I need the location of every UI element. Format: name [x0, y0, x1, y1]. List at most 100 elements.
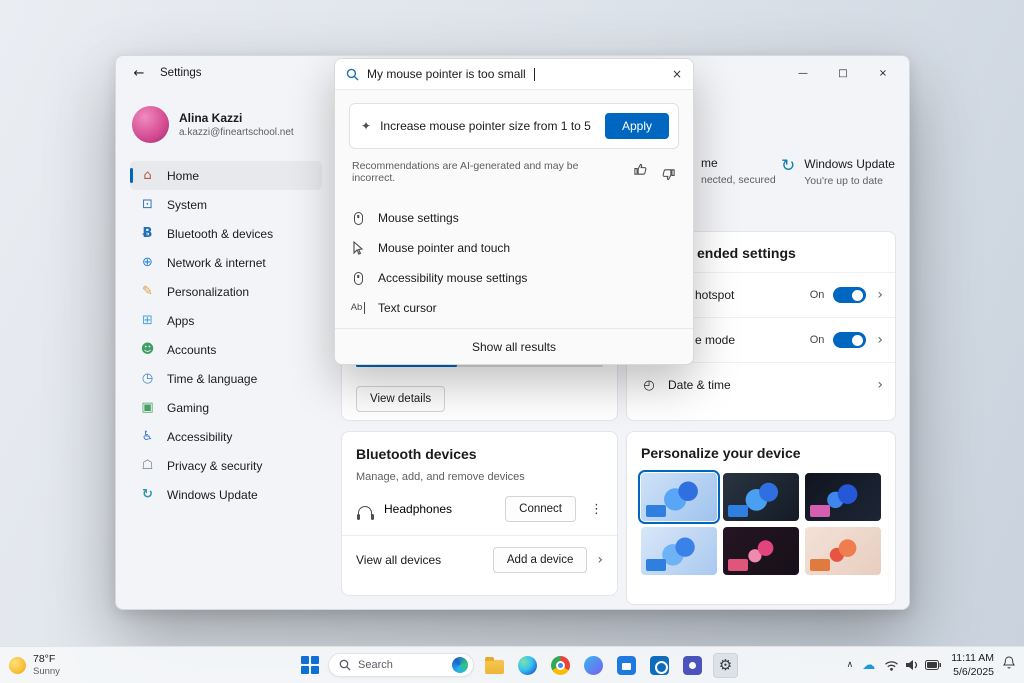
hotspot-toggle[interactable]: [833, 287, 866, 303]
settings-window: ← Settings — □ × Alina Kazzi a.kazzi@fin…: [115, 55, 910, 610]
taskbar-search-box[interactable]: Search: [328, 653, 474, 677]
bluetooth-card-footer: View all devices Add a device ›: [356, 547, 603, 573]
more-options-icon[interactable]: ⋮: [590, 502, 603, 517]
edge-button[interactable]: [515, 653, 540, 678]
sidebar-item-label: Home: [167, 169, 199, 183]
tray-time: 11:11 AM: [951, 651, 994, 665]
bluetooth-devices-card: Bluetooth devices Manage, add, and remov…: [341, 431, 618, 596]
personalization-icon: ✎: [140, 285, 155, 298]
copilot-button[interactable]: [581, 653, 606, 678]
sidebar-item-personalization[interactable]: ✎ Personalization: [130, 277, 322, 306]
sun-icon: [9, 657, 26, 674]
windows-update-nav-icon: ↻: [140, 488, 155, 501]
tray-date: 5/6/2025: [951, 665, 994, 679]
connect-button[interactable]: Connect: [505, 496, 576, 522]
add-device-button[interactable]: Add a device: [493, 547, 588, 573]
account-profile[interactable]: Alina Kazzi a.kazzi@fineartschool.net: [132, 106, 322, 143]
ai-recommendation-zone: ✦ Increase mouse pointer size from 1 to …: [335, 90, 693, 198]
weather-widget[interactable]: 78°F Sunny: [9, 647, 60, 683]
settings-search-input[interactable]: My mouse pointer is too small ×: [335, 59, 693, 90]
wifi-icon: [884, 660, 899, 671]
airplane-mode-state: On: [810, 334, 825, 346]
search-result-label: Mouse settings: [378, 211, 459, 225]
thumbs-down-button[interactable]: [661, 162, 676, 182]
headphones-icon: [358, 506, 372, 516]
teams-icon: [683, 656, 702, 675]
sidebar-item-home[interactable]: ⌂ Home: [130, 161, 322, 190]
file-explorer-button[interactable]: [482, 653, 507, 678]
sidebar-item-network-internet[interactable]: ⊕ Network & internet: [130, 248, 322, 277]
sidebar-item-system[interactable]: ⊡ System: [130, 190, 322, 219]
settings-app-button[interactable]: ⚙: [713, 653, 738, 678]
sidebar-item-bluetooth-devices[interactable]: Ƀ Bluetooth & devices: [130, 219, 322, 248]
apply-button[interactable]: Apply: [605, 113, 669, 139]
quick-settings[interactable]: [884, 659, 942, 671]
sidebar-item-privacy-security[interactable]: ☖ Privacy & security: [130, 451, 322, 480]
search-result-label: Accessibility mouse settings: [378, 271, 527, 285]
weather-temp: 78°F: [33, 653, 60, 665]
avatar: [132, 106, 169, 143]
sidebar-item-windows-update[interactable]: ↻ Windows Update: [130, 480, 322, 509]
taskbar-search-label: Search: [358, 659, 445, 671]
gaming-icon: ▣: [140, 401, 155, 414]
sidebar-item-accessibility[interactable]: ♿ Accessibility: [130, 422, 322, 451]
view-details-button[interactable]: View details: [356, 386, 445, 412]
onedrive-button[interactable]: ☁: [862, 656, 875, 674]
thumbs-up-button[interactable]: [633, 162, 648, 182]
clock[interactable]: 11:11 AM 5/6/2025: [951, 651, 994, 679]
sidebar-item-label: Gaming: [167, 401, 209, 415]
edge-icon: [518, 656, 537, 675]
tray-overflow-button[interactable]: ∧: [847, 660, 854, 670]
text-caret: [534, 68, 535, 81]
store-button[interactable]: [614, 653, 639, 678]
search-highlights-icon: [452, 657, 468, 673]
sidebar-item-gaming[interactable]: ▣ Gaming: [130, 393, 322, 422]
wallpaper-thumb-selected[interactable]: [641, 473, 717, 521]
sidebar-item-time-language[interactable]: ◷ Time & language: [130, 364, 322, 393]
wallpaper-thumb[interactable]: [641, 527, 717, 575]
sidebar-item-accounts[interactable]: ☻ Accounts: [130, 335, 322, 364]
wallpaper-thumb[interactable]: [723, 527, 799, 575]
wallpaper-thumb[interactable]: [723, 473, 799, 521]
search-result-mouse-settings[interactable]: Mouse settings: [335, 203, 693, 233]
chrome-icon: [551, 656, 570, 675]
sidebar-item-label: Personalization: [167, 285, 249, 299]
outlook-button[interactable]: [647, 653, 672, 678]
sidebar-item-label: Accounts: [167, 343, 216, 357]
battery-icon: [925, 660, 942, 670]
start-button[interactable]: [301, 656, 320, 675]
wallpaper-thumb[interactable]: [805, 473, 881, 521]
close-button[interactable]: ×: [863, 58, 903, 88]
network-status-tile[interactable]: me nected, secured: [701, 156, 776, 186]
maximize-button[interactable]: □: [823, 58, 863, 88]
bluetooth-icon: Ƀ: [140, 227, 155, 240]
start-logo-quadrant: [301, 666, 309, 674]
airplane-mode-toggle[interactable]: [833, 332, 866, 348]
chrome-button[interactable]: [548, 653, 573, 678]
view-all-devices-link[interactable]: View all devices: [356, 553, 441, 567]
wallpaper-preview-window: [646, 559, 666, 571]
clear-search-button[interactable]: ×: [672, 67, 682, 81]
show-all-results[interactable]: Show all results: [335, 328, 693, 364]
ai-recommendation-card: ✦ Increase mouse pointer size from 1 to …: [349, 103, 679, 149]
teams-button[interactable]: [680, 653, 705, 678]
search-result-label: Mouse pointer and touch: [378, 241, 510, 255]
date-time-row[interactable]: ◴ Date & time ›: [627, 362, 895, 407]
sidebar-item-label: Privacy & security: [167, 459, 262, 473]
minimize-button[interactable]: —: [783, 58, 823, 88]
store-icon: [617, 656, 636, 675]
notifications-button[interactable]: [1003, 656, 1015, 674]
wallpaper-thumb[interactable]: [805, 527, 881, 575]
back-button[interactable]: ←: [124, 60, 154, 86]
sidebar-item-apps[interactable]: ⊞ Apps: [130, 306, 322, 335]
pointer-icon: [352, 241, 364, 255]
start-logo-quadrant: [311, 666, 319, 674]
chevron-right-icon: ›: [877, 288, 883, 302]
time-language-icon: ◷: [140, 372, 155, 385]
volume-icon: [905, 659, 919, 671]
search-result-text-cursor[interactable]: Ab Text cursor: [335, 293, 693, 323]
search-result-accessibility-mouse[interactable]: Accessibility mouse settings: [335, 263, 693, 293]
windows-update-tile[interactable]: ↻ Windows Update You're up to date: [781, 157, 895, 187]
desktop: ← Settings — □ × Alina Kazzi a.kazzi@fin…: [0, 0, 1024, 683]
search-result-mouse-pointer-touch[interactable]: Mouse pointer and touch: [335, 233, 693, 263]
